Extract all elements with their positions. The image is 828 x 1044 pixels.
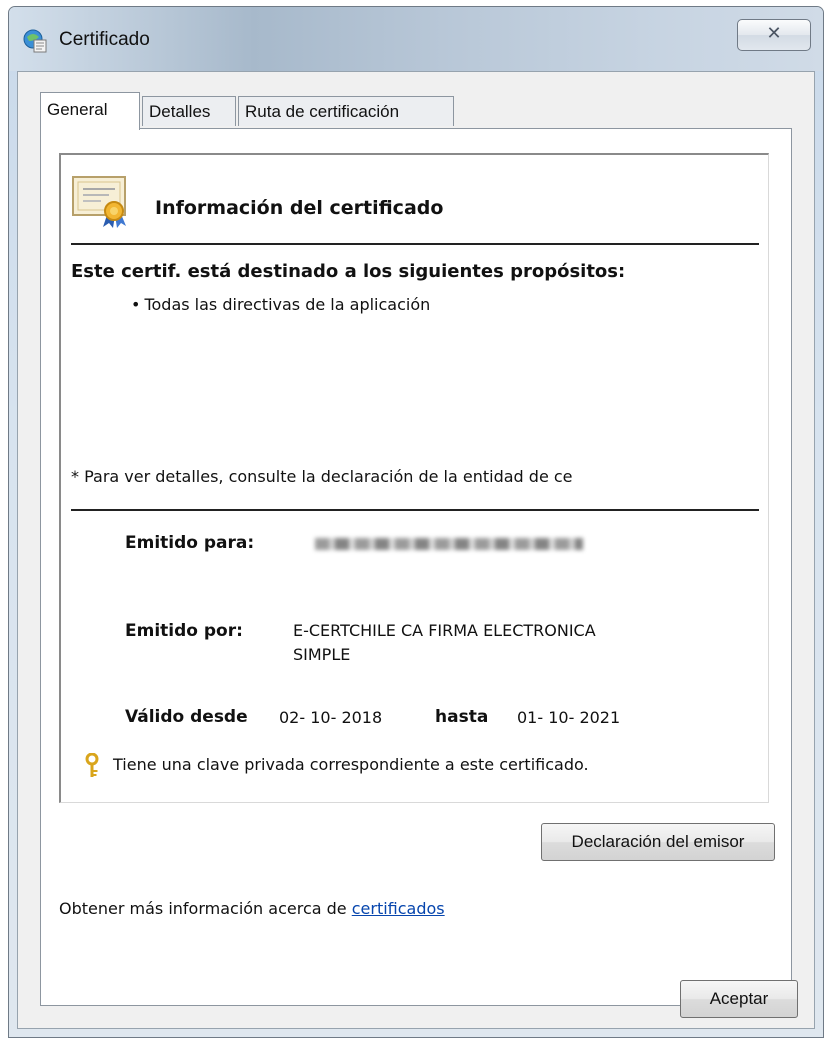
private-key-text: Tiene una clave privada correspondiente …: [113, 755, 589, 774]
purpose-item-text: Todas las directivas de la aplicación: [144, 295, 431, 314]
divider-bottom: [71, 509, 759, 511]
details-note: * Para ver detalles, consulte la declara…: [71, 467, 573, 486]
divider-top: [71, 243, 759, 245]
dialog-body: General Detalles Ruta de certificación I…: [17, 71, 815, 1029]
issued-by-value-line2: SIMPLE: [293, 645, 351, 664]
purpose-item: • Todas las directivas de la aplicación: [131, 295, 430, 314]
issued-to-label: Emitido para:: [125, 533, 255, 553]
more-info-line: Obtener más información acerca de certif…: [59, 899, 445, 918]
issued-by-value-line1: E-CERTCHILE CA FIRMA ELECTRONICA: [293, 621, 596, 640]
certificate-dialog: Certificado ✕ General Detalles Ruta de c…: [8, 6, 824, 1038]
bullet: •: [131, 295, 141, 314]
tab-general[interactable]: General: [40, 92, 140, 130]
valid-from-value: 02- 10- 2018: [279, 708, 383, 727]
issued-by-label: Emitido por:: [125, 621, 243, 641]
ok-button[interactable]: Aceptar: [680, 980, 798, 1018]
certificate-icon: [72, 176, 126, 228]
close-button[interactable]: ✕: [737, 19, 811, 51]
certificates-link[interactable]: certificados: [352, 899, 445, 918]
issued-to-value-redacted: [315, 538, 583, 550]
window-title: Certificado: [59, 29, 150, 50]
purpose-heading: Este certif. está destinado a los siguie…: [71, 261, 626, 282]
info-title: Información del certificado: [155, 197, 444, 219]
valid-from-label: Válido desde: [125, 707, 248, 727]
tab-details[interactable]: Detalles: [142, 96, 236, 126]
title-bar[interactable]: Certificado ✕: [9, 7, 823, 71]
close-icon: ✕: [766, 23, 782, 44]
general-tab-panel: Información del certificado Este certif.…: [40, 128, 792, 1006]
issuer-statement-button[interactable]: Declaración del emisor: [541, 823, 775, 861]
valid-to-value: 01- 10- 2021: [517, 708, 621, 727]
tab-certification-path[interactable]: Ruta de certificación: [238, 96, 454, 126]
certificate-window-icon: [23, 29, 47, 53]
certificate-info-box: Información del certificado Este certif.…: [59, 153, 769, 803]
valid-to-label: hasta: [435, 707, 489, 727]
key-icon: [85, 753, 99, 777]
more-info-text: Obtener más información acerca de: [59, 899, 352, 918]
